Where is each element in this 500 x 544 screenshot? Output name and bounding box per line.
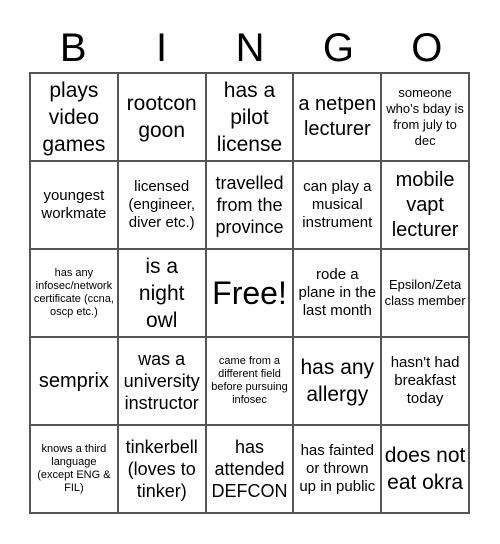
bingo-cell[interactable]: licensed (engineer, diver etc.) [117,161,206,249]
bingo-cell[interactable]: someone who's bday is from july to dec [381,73,469,161]
bingo-cell[interactable]: plays video games [30,73,118,161]
header-letter-b: B [59,26,87,70]
cell-text: licensed (engineer, diver etc.) [128,178,196,231]
cell-text: a netpen lecturer [298,93,377,140]
header-letter-n: N [235,26,265,70]
bingo-cell[interactable]: does not eat okra [381,425,469,513]
cell-text: youngest workmate [41,187,107,222]
bingo-cell[interactable]: can play a musical instrument [293,161,382,249]
bingo-cell[interactable]: knows a third language (except ENG & FIL… [30,425,118,513]
bingo-cell[interactable]: tinkerbell (loves to tinker) [117,425,206,513]
cell-text: hasn't had breakfast today [390,354,460,407]
cell-text: Free! [212,275,287,311]
bingo-cell[interactable]: has fainted or thrown up in public [293,425,382,513]
bingo-cell[interactable]: has a pilot license [205,73,294,161]
cell-text: knows a third language (except ENG & FIL… [37,443,111,494]
bingo-cell[interactable]: semprix [30,337,118,425]
cell-text: was a university instructor [123,349,200,413]
cell-text: tinkerbell (loves to tinker) [125,437,198,501]
cell-text: came from a different field before pursu… [211,355,288,406]
free-space[interactable]: Free! [205,249,294,337]
bingo-cell[interactable]: came from a different field before pursu… [205,337,294,425]
cell-text: is a night owl [138,254,185,332]
cell-text: can play a musical instrument [302,178,373,231]
bingo-cell[interactable]: was a university instructor [117,337,206,425]
bingo-cell[interactable]: has any infosec/network certificate (ccn… [30,249,118,337]
bingo-cell[interactable]: has attended DEFCON [205,425,294,513]
header-letter-i: I [156,26,168,70]
bingo-cell[interactable]: youngest workmate [30,161,118,249]
cell-text: rode a plane in the last month [298,266,377,319]
cell-text: has any infosec/network certificate (ccn… [33,267,114,318]
bingo-cell[interactable]: rode a plane in the last month [293,249,382,337]
cell-text: semprix [38,369,109,392]
cell-text: has a pilot license [216,78,283,156]
bingo-grid: plays video games rootcon goon has a pil… [29,72,470,514]
bingo-cell[interactable]: Epsilon/Zeta class member [381,249,469,337]
bingo-header: B I N G O [29,24,471,72]
cell-text: does not eat okra [384,444,466,494]
cell-text: someone who's bday is from july to dec [386,85,464,148]
cell-text: has fainted or thrown up in public [299,442,376,495]
bingo-cell[interactable]: has any allergy [293,337,382,425]
cell-text: has any allergy [300,356,375,406]
cell-text: rootcon goon [126,92,197,142]
cell-text: travelled from the province [215,173,284,237]
bingo-cell[interactable]: travelled from the province [205,161,294,249]
cell-text: has attended DEFCON [211,437,288,501]
header-letter-g: G [322,26,354,70]
cell-text: mobile vapt lecturer [391,168,459,241]
cell-text: Epsilon/Zeta class member [384,277,466,308]
bingo-cell[interactable]: a netpen lecturer [293,73,382,161]
bingo-cell[interactable]: rootcon goon [117,73,206,161]
bingo-cell[interactable]: mobile vapt lecturer [381,161,469,249]
bingo-cell[interactable]: hasn't had breakfast today [381,337,469,425]
header-letter-o: O [411,26,443,70]
bingo-cell[interactable]: is a night owl [117,249,206,337]
cell-text: plays video games [42,78,106,156]
